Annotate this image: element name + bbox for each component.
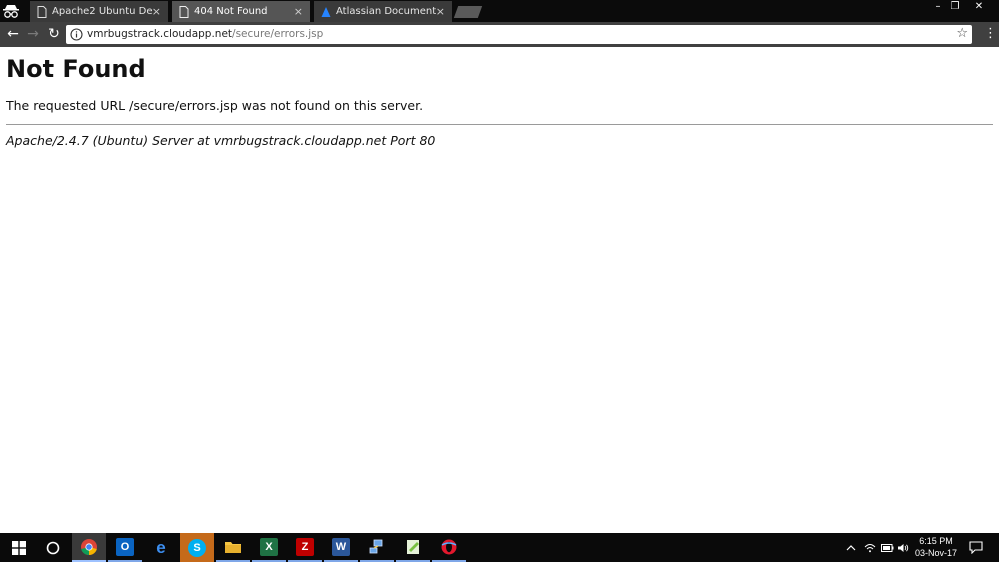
taskbar-app-opera[interactable] — [432, 533, 466, 562]
taskbar-app-network[interactable] — [360, 533, 394, 562]
network-icon — [369, 539, 383, 553]
restore-button[interactable]: ❐ — [944, 0, 966, 14]
outlook-icon: O — [116, 537, 134, 556]
back-button[interactable]: ← — [4, 25, 22, 43]
battery-tray-icon[interactable] — [879, 533, 895, 562]
taskbar-app-outlook[interactable]: O — [108, 533, 142, 562]
close-icon[interactable]: × — [294, 1, 303, 22]
skype-icon: S — [188, 538, 206, 557]
show-hidden-icons-button[interactable] — [843, 533, 859, 562]
tab-404-not-found[interactable]: 404 Not Found × — [172, 1, 310, 22]
close-icon[interactable]: × — [436, 1, 445, 22]
taskbar-app-chrome[interactable] — [72, 533, 106, 562]
taskbar-app-edge[interactable]: e — [144, 533, 178, 562]
notepad-icon — [407, 539, 419, 554]
url-text[interactable]: vmrbugstrack.cloudapp.net/secure/errors.… — [87, 25, 323, 44]
info-icon[interactable] — [70, 28, 83, 41]
menu-icon[interactable]: ⋮ — [984, 25, 997, 43]
window-close-button[interactable]: ✕ — [968, 0, 990, 14]
tab-atlassian-docs[interactable]: Atlassian Documentation × — [314, 1, 452, 22]
tab-apache-default[interactable]: Apache2 Ubuntu Default × — [30, 1, 168, 22]
server-signature: Apache/2.4.7 (Ubuntu) Server at vmrbugst… — [6, 133, 436, 148]
taskbar-app-file-explorer[interactable] — [216, 533, 250, 562]
bookmark-star-icon[interactable]: ☆ — [956, 26, 968, 41]
new-tab-button[interactable] — [453, 6, 483, 18]
clock-time: 6:15 PM — [919, 536, 953, 546]
filezilla-icon: Z — [296, 537, 314, 556]
reload-button[interactable]: ↻ — [45, 25, 63, 43]
edge-icon: e — [156, 537, 166, 557]
tab-title: Atlassian Documentation — [336, 6, 436, 17]
error-message: The requested URL /secure/errors.jsp was… — [6, 98, 424, 113]
forward-button[interactable]: → — [24, 25, 42, 43]
taskbar-app-filezilla[interactable]: Z — [288, 533, 322, 562]
action-center-button[interactable] — [965, 533, 987, 562]
atlassian-icon — [321, 7, 331, 17]
folder-icon — [225, 541, 241, 553]
tab-title: Apache2 Ubuntu Default — [52, 6, 152, 17]
taskbar-app-skype[interactable]: S — [180, 533, 214, 562]
battery-icon — [880, 543, 893, 552]
tab-strip: Apache2 Ubuntu Default × 404 Not Found ×… — [0, 0, 999, 22]
windows-icon — [12, 540, 26, 555]
url-host: vmrbugstrack.cloudapp.net — [87, 28, 233, 40]
close-icon[interactable]: × — [152, 1, 161, 22]
taskbar-clock[interactable]: 6:15 PM 03-Nov-17 — [912, 535, 960, 559]
page-content: Not Found The requested URL /secure/erro… — [0, 47, 999, 533]
address-bar[interactable]: vmrbugstrack.cloudapp.net/secure/errors.… — [66, 25, 972, 44]
page-icon — [37, 6, 47, 18]
page-icon — [179, 6, 189, 18]
chrome-icon — [81, 538, 97, 555]
cortana-button[interactable] — [36, 533, 70, 562]
opera-icon — [441, 539, 457, 554]
wifi-icon — [864, 543, 876, 552]
cortana-icon — [46, 541, 60, 554]
chevron-up-icon — [846, 544, 856, 550]
page-title: Not Found — [6, 55, 146, 83]
windows-taskbar: O e S X Z W 6:15 PM 03-Nov-17 — [0, 533, 999, 562]
volume-tray-icon[interactable] — [895, 533, 911, 562]
incognito-icon — [3, 5, 19, 18]
notification-icon — [969, 541, 983, 554]
word-icon: W — [332, 537, 350, 556]
taskbar-app-excel[interactable]: X — [252, 533, 286, 562]
divider — [6, 124, 993, 125]
taskbar-app-notepad-plus[interactable] — [396, 533, 430, 562]
taskbar-app-word[interactable]: W — [324, 533, 358, 562]
tab-title: 404 Not Found — [194, 6, 268, 17]
wifi-tray-icon[interactable] — [862, 533, 878, 562]
speaker-icon — [898, 543, 909, 552]
start-button[interactable] — [2, 533, 36, 562]
clock-date: 03-Nov-17 — [914, 548, 958, 558]
excel-icon: X — [260, 537, 278, 556]
url-path: /secure/errors.jsp — [232, 28, 324, 40]
browser-toolbar: ← → ↻ vmrbugstrack.cloudapp.net/secure/e… — [0, 22, 999, 47]
